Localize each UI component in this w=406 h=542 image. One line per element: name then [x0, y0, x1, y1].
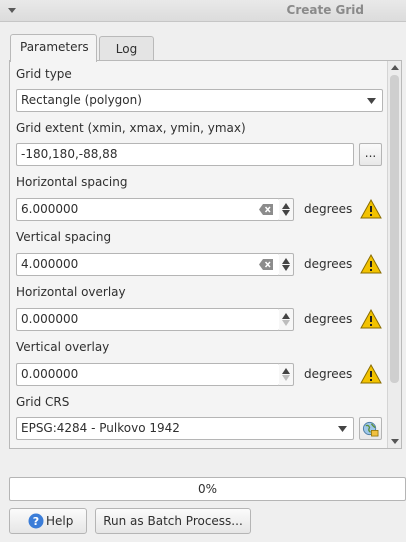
triangle-down-icon[interactable]: [6, 4, 18, 16]
horizontal-overlay-input[interactable]: 0.000000: [16, 308, 280, 331]
step-down-icon[interactable]: [282, 375, 290, 381]
vertical-overlay-input[interactable]: 0.000000: [16, 363, 280, 386]
grid-extent-value: -180,180,-88,88: [21, 147, 118, 161]
grid-extent-label: Grid extent (xmin, xmax, ymin, ymax): [16, 121, 246, 135]
crs-globe-icon: [362, 421, 379, 437]
chevron-down-icon: [338, 426, 347, 432]
help-icon: ?: [28, 513, 44, 529]
chevron-down-icon: [367, 98, 376, 104]
grid-extent-browse-button[interactable]: ...: [359, 143, 382, 166]
scroll-up-icon[interactable]: [391, 64, 399, 72]
svg-text:?: ?: [33, 515, 39, 528]
horizontal-spacing-input[interactable]: 6.000000: [16, 198, 280, 221]
parameters-panel: Grid type Rectangle (polygon) Grid exten…: [9, 60, 402, 449]
vertical-spacing-label: Vertical spacing: [16, 230, 112, 244]
tab-log[interactable]: Log: [99, 36, 154, 61]
horizontal-spacing-unit: degrees: [304, 202, 353, 216]
horizontal-overlay-value: 0.000000: [21, 312, 79, 326]
vertical-spacing-value: 4.000000: [21, 257, 79, 271]
vertical-spacing-input[interactable]: 4.000000: [16, 253, 280, 276]
horizontal-spacing-value: 6.000000: [21, 202, 79, 216]
warning-icon: [360, 254, 382, 274]
step-up-icon[interactable]: [282, 368, 290, 374]
step-down-icon[interactable]: [282, 320, 290, 326]
tab-parameters[interactable]: Parameters: [10, 34, 97, 62]
grid-extent-input[interactable]: -180,180,-88,88: [16, 143, 354, 166]
vertical-overlay-unit: degrees: [304, 367, 353, 381]
grid-crs-label: Grid CRS: [16, 395, 70, 409]
run-batch-button[interactable]: Run as Batch Process...: [95, 508, 251, 534]
grid-crs-value: EPSG:4284 - Pulkovo 1942: [21, 421, 180, 435]
vertical-overlay-label: Vertical overlay: [16, 340, 110, 354]
vertical-spacing-stepper[interactable]: [279, 253, 294, 276]
vertical-scrollbar[interactable]: [387, 61, 401, 448]
horizontal-overlay-label: Horizontal overlay: [16, 285, 126, 299]
warning-icon: [360, 364, 382, 384]
help-label: Help: [46, 514, 74, 528]
step-up-icon[interactable]: [282, 313, 290, 319]
step-up-icon[interactable]: [282, 203, 290, 209]
horizontal-spacing-stepper[interactable]: [279, 198, 294, 221]
vertical-spacing-unit: degrees: [304, 257, 353, 271]
warning-icon: [360, 309, 382, 329]
grid-type-select[interactable]: Rectangle (polygon): [16, 89, 383, 112]
step-up-icon[interactable]: [282, 258, 290, 264]
warning-icon: [360, 199, 382, 219]
crs-select-button[interactable]: [359, 417, 382, 440]
scroll-down-icon[interactable]: [391, 437, 399, 445]
title-bar: Create Grid: [0, 0, 406, 22]
grid-type-value: Rectangle (polygon): [21, 93, 142, 107]
horizontal-spacing-label: Horizontal spacing: [16, 175, 128, 189]
scrollbar-thumb[interactable]: [390, 75, 399, 383]
help-button[interactable]: ? Help: [9, 508, 87, 534]
step-down-icon[interactable]: [282, 210, 290, 216]
vertical-overlay-stepper[interactable]: [279, 363, 294, 386]
vertical-overlay-value: 0.000000: [21, 367, 79, 381]
horizontal-overlay-stepper[interactable]: [279, 308, 294, 331]
window-title: Create Grid: [286, 3, 364, 17]
progress-text: 0%: [197, 482, 218, 496]
clear-text-icon[interactable]: [259, 204, 273, 215]
grid-crs-select[interactable]: EPSG:4284 - Pulkovo 1942: [16, 417, 354, 440]
clear-text-icon[interactable]: [259, 259, 273, 270]
progress-bar: 0%: [9, 477, 406, 501]
step-down-icon[interactable]: [282, 265, 290, 271]
horizontal-overlay-unit: degrees: [304, 312, 353, 326]
grid-type-label: Grid type: [16, 67, 72, 81]
